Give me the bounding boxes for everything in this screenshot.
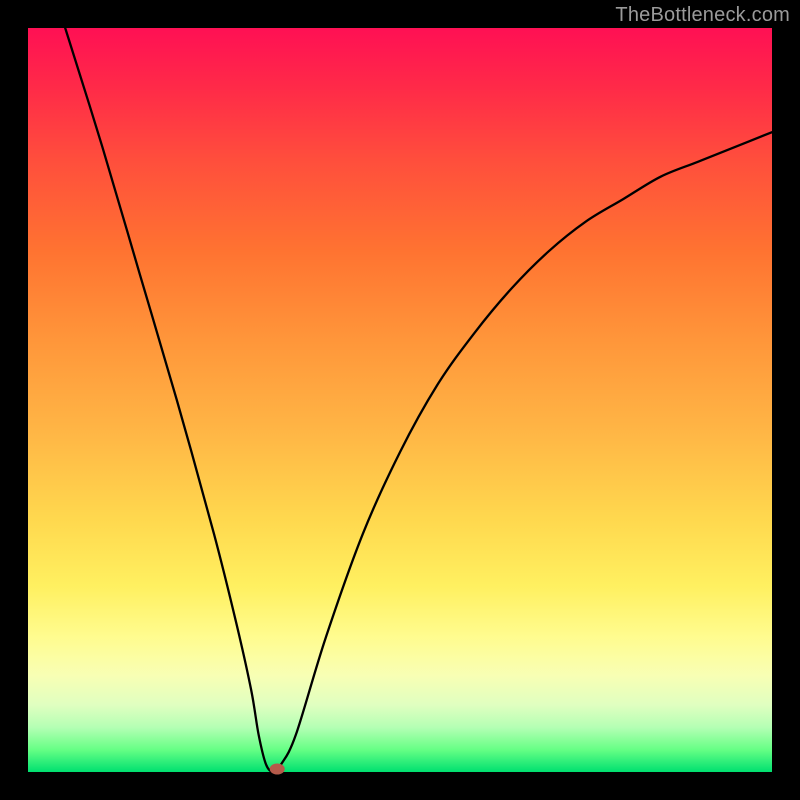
bottleneck-point-marker	[270, 764, 284, 774]
chart-frame: TheBottleneck.com	[0, 0, 800, 800]
plot-area	[28, 28, 772, 772]
bottleneck-curve	[65, 28, 772, 772]
watermark-text: TheBottleneck.com	[615, 4, 790, 27]
chart-svg	[28, 28, 772, 772]
